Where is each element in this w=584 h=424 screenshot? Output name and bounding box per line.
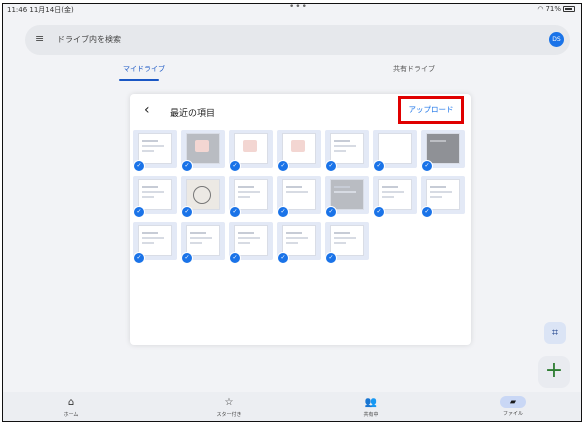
bottom-navigation: ⌂ ホーム ☆ スター付き 👥 共有中 ▰ ファイル: [3, 392, 581, 421]
check-icon: ✓: [277, 252, 289, 264]
nav-shared-label: 共有中: [363, 412, 379, 418]
check-icon: ✓: [373, 160, 385, 172]
home-icon: ⌂: [67, 397, 75, 408]
recent-item-thumbnail[interactable]: ✓: [277, 130, 321, 172]
drive-tabs: マイドライブ 共有ドライブ: [3, 64, 581, 84]
recent-item-thumbnail[interactable]: ✓: [373, 130, 417, 172]
search-bar[interactable]: ≡ ドライブ内を検索 DS: [25, 25, 570, 55]
status-bar: 11:46 11月14日(金) ••• ◠ 71%: [3, 4, 581, 15]
people-icon: 👥: [364, 397, 378, 408]
avatar[interactable]: DS: [549, 32, 564, 47]
check-icon: ✓: [133, 206, 145, 218]
recent-item-thumbnail[interactable]: ✓: [229, 222, 273, 264]
check-icon: ✓: [373, 206, 385, 218]
nav-files-label: ファイル: [502, 411, 523, 417]
recent-item-thumbnail[interactable]: ✓: [181, 222, 225, 264]
scan-icon: ⌗: [551, 326, 559, 339]
check-icon: ✓: [277, 206, 289, 218]
recent-item-thumbnail[interactable]: ✓: [133, 222, 177, 264]
check-icon: ✓: [181, 160, 193, 172]
star-icon: ☆: [224, 397, 234, 408]
nav-files[interactable]: ▰ ファイル: [483, 396, 543, 417]
nav-shared[interactable]: 👥 共有中: [341, 396, 401, 418]
check-icon: ✓: [325, 206, 337, 218]
tab-shared-drives[interactable]: 共有ドライブ: [393, 64, 435, 74]
scan-button[interactable]: ⌗: [544, 322, 566, 344]
recent-item-thumbnail[interactable]: ✓: [325, 176, 369, 218]
tablet-screen: 11:46 11月14日(金) ••• ◠ 71% ≡ ドライブ内を検索 DS …: [2, 3, 582, 422]
recent-item-thumbnail[interactable]: ✓: [277, 222, 321, 264]
recent-item-thumbnail[interactable]: ✓: [421, 176, 465, 218]
search-input[interactable]: ドライブ内を検索: [57, 34, 121, 45]
battery-percent: 71%: [545, 5, 561, 13]
nav-starred[interactable]: ☆ スター付き: [199, 396, 259, 418]
recent-item-thumbnail[interactable]: ✓: [133, 130, 177, 172]
recent-item-thumbnail[interactable]: ✓: [133, 176, 177, 218]
active-tab-indicator: [119, 79, 159, 81]
check-icon: ✓: [325, 160, 337, 172]
check-icon: ✓: [229, 160, 241, 172]
wifi-icon: ◠: [537, 5, 544, 13]
check-icon: ✓: [181, 206, 193, 218]
check-icon: ✓: [181, 252, 193, 264]
recent-item-thumbnail[interactable]: ✓: [325, 222, 369, 264]
recent-item-thumbnail[interactable]: ✓: [421, 130, 465, 172]
check-icon: ✓: [229, 252, 241, 264]
recent-item-thumbnail[interactable]: ✓: [277, 176, 321, 218]
check-icon: ✓: [229, 206, 241, 218]
recent-item-thumbnail[interactable]: ✓: [229, 130, 273, 172]
check-icon: ✓: [421, 206, 433, 218]
new-button[interactable]: +: [538, 356, 570, 388]
check-icon: ✓: [133, 252, 145, 264]
multitasking-dots-icon[interactable]: •••: [289, 4, 308, 12]
recent-item-thumbnail[interactable]: ✓: [181, 130, 225, 172]
recent-item-thumbnail[interactable]: ✓: [325, 130, 369, 172]
nav-starred-label: スター付き: [216, 412, 242, 418]
hamburger-menu-icon[interactable]: ≡: [35, 33, 46, 44]
recent-items-dialog: ‹ 最近の項目 アップロード ✓ ✓ ✓ ✓ ✓ ✓ ✓ ✓ ✓ ✓ ✓ ✓ ✓…: [130, 94, 471, 345]
nav-home-label: ホーム: [63, 412, 79, 418]
upload-button[interactable]: アップロード: [398, 96, 464, 124]
dialog-title: 最近の項目: [170, 109, 216, 119]
recent-item-thumbnail[interactable]: ✓: [229, 176, 273, 218]
recent-item-thumbnail[interactable]: ✓: [181, 176, 225, 218]
check-icon: ✓: [277, 160, 289, 172]
back-arrow-icon[interactable]: ‹: [144, 102, 150, 118]
status-time: 11:46 11月14日(金): [7, 6, 74, 14]
tab-my-drive[interactable]: マイドライブ: [123, 64, 165, 74]
check-icon: ✓: [421, 160, 433, 172]
nav-home[interactable]: ⌂ ホーム: [41, 396, 101, 418]
status-right: ◠ 71%: [537, 5, 575, 13]
check-icon: ✓: [325, 252, 337, 264]
recent-item-thumbnail[interactable]: ✓: [373, 176, 417, 218]
battery-icon: [563, 6, 575, 12]
folder-icon: ▰: [500, 396, 526, 408]
check-icon: ✓: [133, 160, 145, 172]
plus-icon: +: [544, 358, 564, 383]
